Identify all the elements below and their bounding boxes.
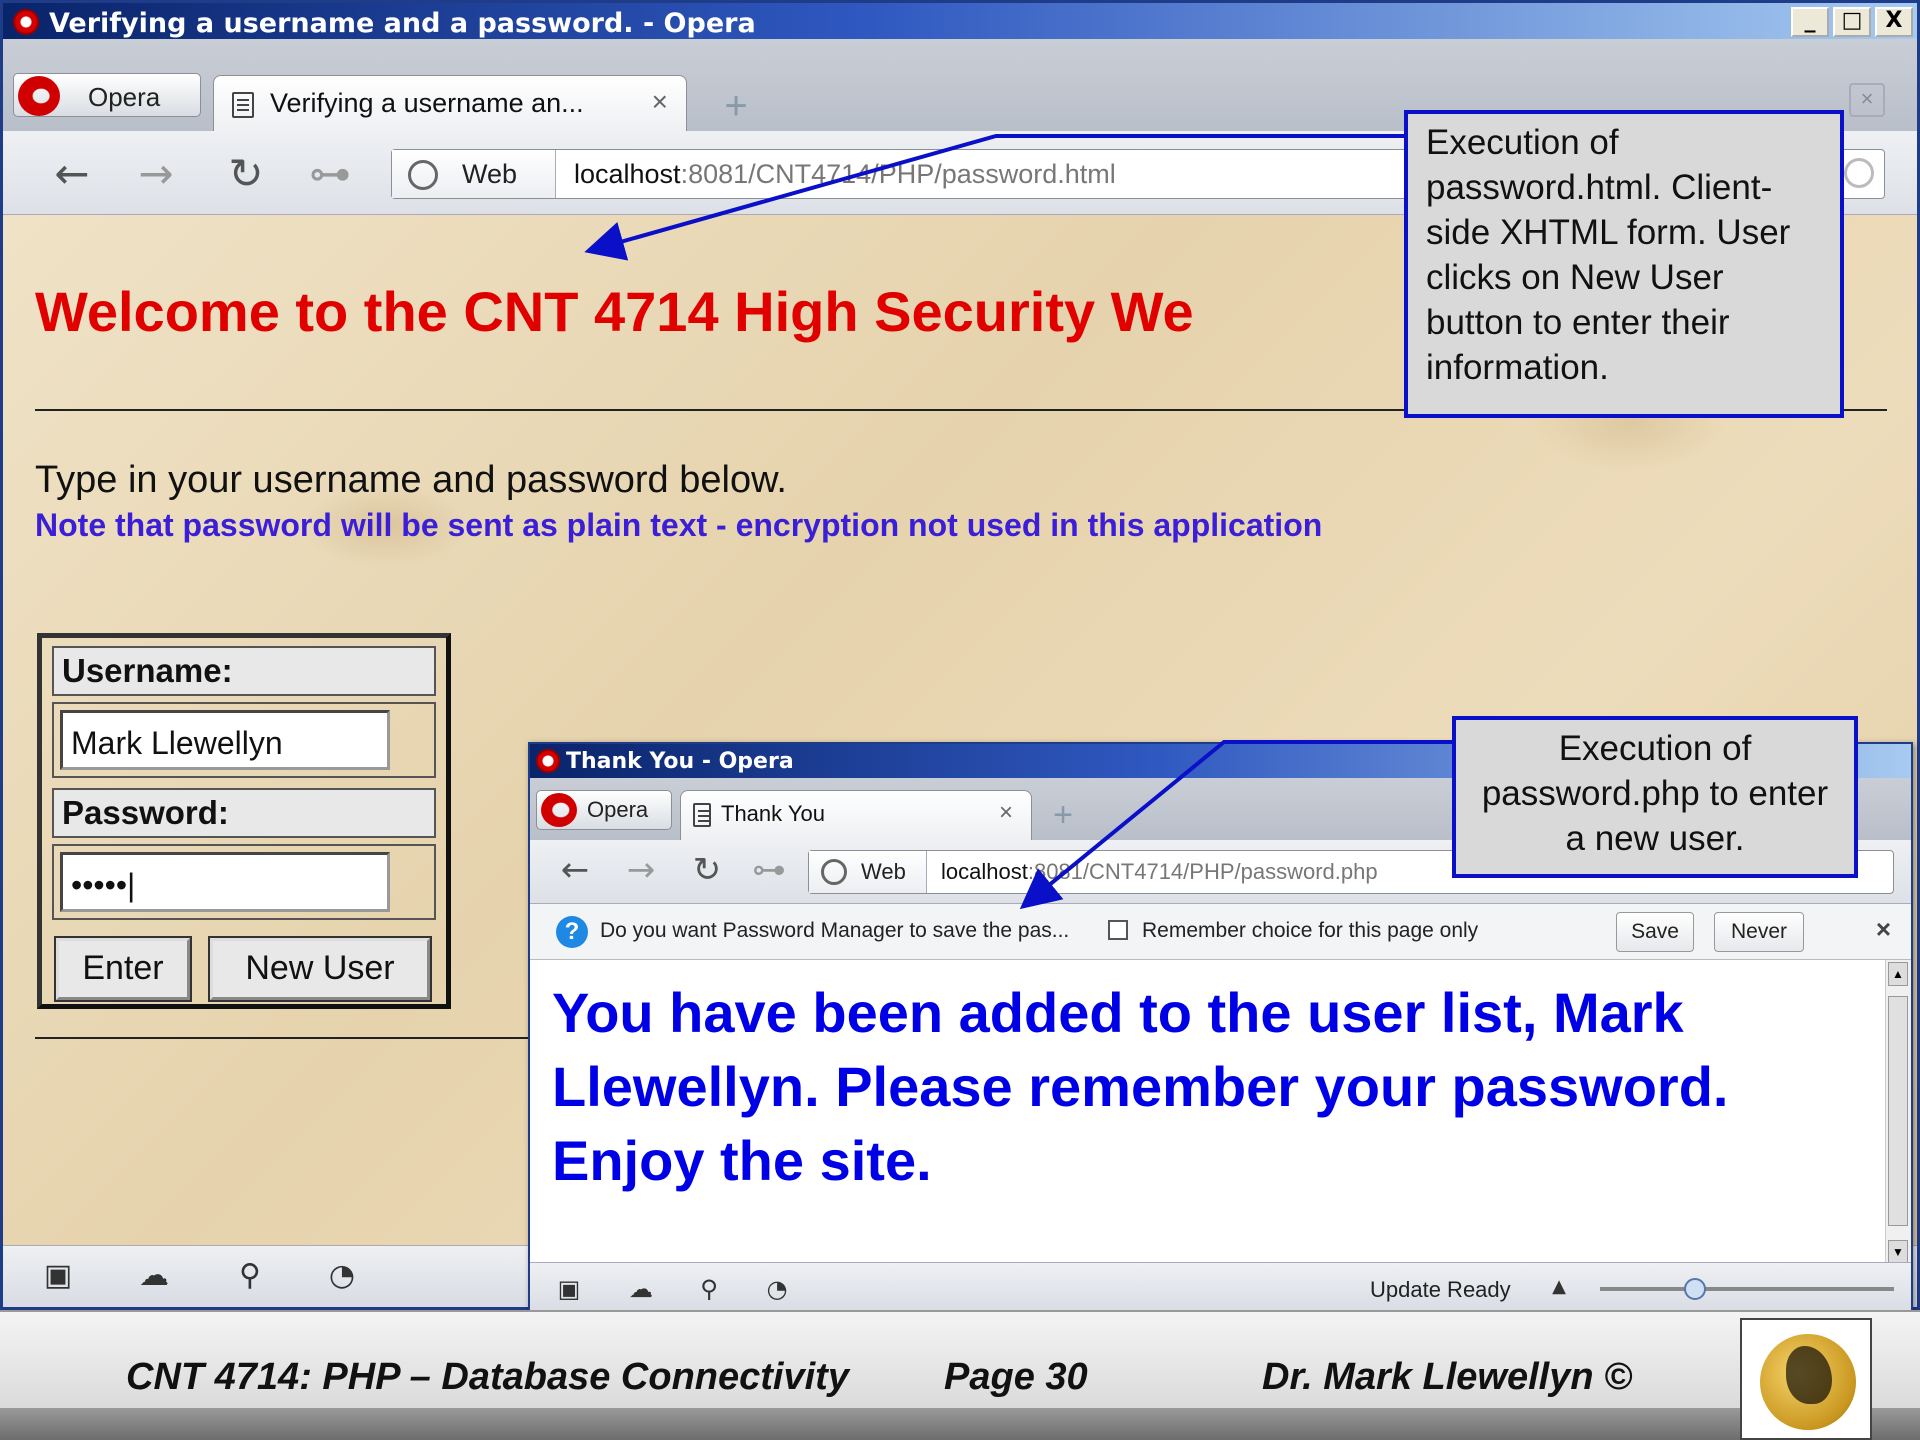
zoom-slider[interactable] [1600, 1278, 1894, 1300]
cloud-icon[interactable]: ☁ [622, 1273, 660, 1307]
new-tab-icon[interactable]: + [1044, 798, 1082, 836]
window-title: Thank You - Opera [566, 749, 794, 774]
opera-logo-icon [541, 793, 577, 827]
plain-text-note: Note that password will be sent as plain… [35, 507, 1323, 543]
slide-footer: CNT 4714: PHP – Database Connectivity Pa… [0, 1310, 1920, 1440]
url-text[interactable]: localhost:8081/CNT4714/PHP/password.html [574, 159, 1116, 190]
question-icon: ? [556, 916, 588, 948]
close-bar-icon[interactable]: × [1876, 914, 1891, 945]
vertical-scrollbar[interactable]: ▲ ▼ [1885, 960, 1911, 1266]
url-path: :8081/CNT4714/PHP/password.php [1027, 859, 1378, 884]
enjoy-message: Enjoy the site. [552, 1129, 932, 1192]
panel-toggle-icon[interactable]: ▣ [550, 1273, 588, 1307]
globe-icon [821, 859, 847, 885]
back-arrow-icon[interactable]: ← [47, 149, 97, 198]
url-text[interactable]: localhost:8081/CNT4714/PHP/password.php [941, 859, 1378, 885]
window-title: Verifying a username and a password. - O… [49, 8, 756, 39]
never-button[interactable]: Never [1714, 912, 1804, 952]
username-label: Username: [52, 646, 436, 696]
tab-label: Thank You [721, 801, 825, 826]
update-status[interactable]: Update Ready [1370, 1277, 1511, 1303]
footer-course: CNT 4714: PHP – Database Connectivity [126, 1356, 849, 1398]
forward-arrow-icon[interactable]: → [616, 850, 666, 890]
document-icon [693, 803, 711, 827]
scroll-up-icon[interactable]: ▲ [1888, 962, 1908, 986]
zoom-slider-knob[interactable] [1684, 1278, 1706, 1300]
web-search-selector[interactable]: Web [809, 851, 927, 893]
footer-author: Dr. Mark Llewellyn © [1262, 1356, 1633, 1398]
new-tab-icon[interactable]: + [717, 86, 755, 127]
enter-button[interactable]: Enter [54, 936, 192, 1002]
url-host: localhost [941, 859, 1028, 884]
password-input[interactable]: •••••| [60, 852, 390, 912]
key-icon[interactable]: ⊶ [744, 850, 794, 890]
opera-logo-icon [18, 76, 60, 116]
web-label: Web [861, 859, 906, 884]
speed-dial-icon[interactable]: ◔ [758, 1273, 796, 1307]
reload-icon[interactable]: ↻ [221, 149, 271, 198]
unite-icon[interactable]: ⚲ [690, 1273, 728, 1307]
search-icon[interactable] [1844, 158, 1874, 188]
web-search-selector[interactable]: Web [392, 150, 556, 198]
opera-menu-label: Opera [88, 82, 161, 112]
opera-menu-label: Opera [587, 797, 649, 822]
username-cell: Mark Llewellyn [52, 702, 436, 778]
opera-menu-button[interactable]: Opera [13, 73, 201, 117]
opera-logo-icon [536, 749, 560, 773]
remember-label: Remember choice for this page only [1142, 919, 1479, 942]
password-label: Password: [52, 788, 436, 838]
tab-close-icon[interactable]: × [999, 799, 1013, 827]
callout-password-php: Execution of password.php to enter a new… [1452, 716, 1858, 878]
reload-icon[interactable]: ↻ [682, 850, 732, 890]
status-bar: ▣ ☁ ⚲ ◔ Update Ready ▲ [530, 1262, 1911, 1314]
maximize-button[interactable]: □ [1833, 7, 1871, 37]
closed-tabs-icon[interactable]: × [1849, 83, 1885, 117]
instruction-text: Type in your username and password below… [35, 459, 787, 501]
cloud-icon[interactable]: ☁ [135, 1260, 173, 1294]
tab-close-icon[interactable]: × [652, 86, 668, 118]
thank-you-page: You have been added to the user list, Ma… [530, 960, 1911, 1266]
speed-dial-icon[interactable]: ◔ [323, 1260, 361, 1294]
scroll-thumb[interactable] [1888, 996, 1908, 1226]
key-icon[interactable]: ⊶ [305, 149, 355, 198]
tab-verifying[interactable]: Verifying a username an... × [213, 75, 687, 131]
footer-page-number: Page 30 [944, 1356, 1088, 1398]
opera-menu-button[interactable]: Opera [536, 790, 672, 830]
document-icon [232, 92, 254, 118]
scroll-down-icon[interactable]: ▼ [1888, 1240, 1908, 1264]
new-user-button[interactable]: New User [208, 936, 432, 1002]
welcome-heading: Welcome to the CNT 4714 High Security We [35, 280, 1194, 343]
confirmation-message: You have been added to the user list, Ma… [552, 976, 1852, 1198]
ucf-pegasus-logo [1740, 1318, 1872, 1440]
save-button[interactable]: Save [1616, 912, 1694, 952]
back-arrow-icon[interactable]: ← [550, 850, 600, 890]
globe-icon [408, 160, 438, 190]
password-manager-bar: ? Do you want Password Manager to save t… [530, 904, 1911, 960]
tab-label: Verifying a username an... [270, 88, 584, 118]
caret-up-icon[interactable]: ▲ [1540, 1271, 1578, 1305]
added-message: You have been added to the user list, Ma… [552, 981, 1729, 1118]
opera-logo-icon [13, 9, 39, 35]
close-window-button[interactable]: X [1875, 7, 1913, 37]
remember-checkbox[interactable] [1108, 920, 1128, 940]
footer-band [0, 1408, 1920, 1440]
unite-icon[interactable]: ⚲ [231, 1260, 269, 1294]
title-bar: Verifying a username and a password. - O… [3, 3, 1917, 39]
callout-password-html: Execution of password.html. Client-side … [1404, 110, 1844, 418]
horizontal-rule-bottom [35, 1037, 535, 1039]
minimize-button[interactable]: _ [1791, 7, 1829, 37]
forward-arrow-icon[interactable]: → [131, 149, 181, 198]
web-label: Web [462, 159, 518, 189]
url-host: localhost [574, 159, 681, 189]
login-form: Username: Mark Llewellyn Password: •••••… [37, 633, 451, 1009]
username-input[interactable]: Mark Llewellyn [60, 710, 390, 770]
password-cell: •••••| [52, 844, 436, 920]
password-prompt: Do you want Password Manager to save the… [600, 919, 1070, 942]
panel-toggle-icon[interactable]: ▣ [39, 1260, 77, 1294]
tab-thank-you[interactable]: Thank You × [680, 790, 1032, 840]
url-path: :8081/CNT4714/PHP/password.html [680, 159, 1116, 189]
